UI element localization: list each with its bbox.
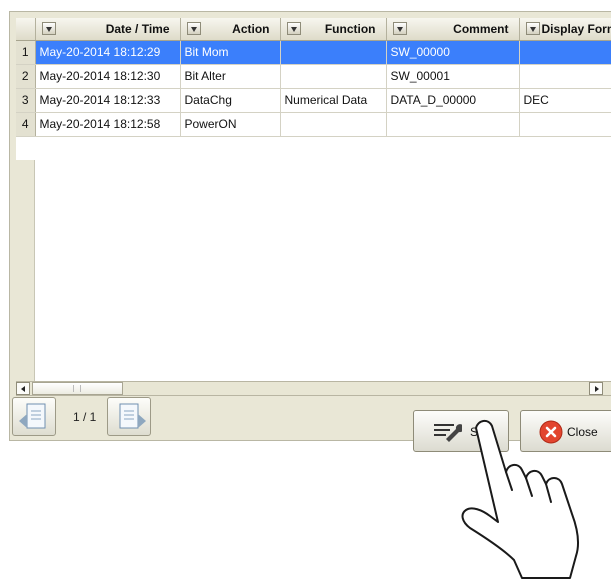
column-header-datetime[interactable]: Date / Time — [35, 18, 181, 41]
cell-function[interactable] — [280, 64, 387, 89]
cell-datetime[interactable]: May-20-2014 18:12:30 — [35, 64, 181, 89]
table-row[interactable]: 2 May-20-2014 18:12:30 Bit Alter SW_0000… — [16, 64, 611, 89]
table-row[interactable]: 4 May-20-2014 18:12:58 PowerON — [16, 112, 611, 137]
page-next-icon — [119, 403, 146, 429]
row-number-gutter — [16, 160, 35, 381]
row-number: 4 — [16, 112, 36, 137]
column-header-comment[interactable]: Comment — [386, 18, 520, 41]
next-page-button[interactable] — [107, 397, 151, 436]
cell-comment[interactable]: SW_00000 — [386, 40, 520, 65]
horizontal-scrollbar[interactable] — [16, 381, 611, 396]
cell-action[interactable]: PowerON — [180, 112, 281, 137]
sort-dropdown-icon[interactable] — [525, 22, 540, 35]
cell-datetime[interactable]: May-20-2014 18:12:58 — [35, 112, 181, 137]
column-header-display-form[interactable]: Display Form — [519, 18, 611, 41]
scroll-right-button[interactable] — [589, 382, 603, 395]
cell-action[interactable]: Bit Alter — [180, 64, 281, 89]
cell-comment[interactable] — [386, 112, 520, 137]
row-number: 3 — [16, 88, 36, 113]
log-table: Date / Time Action Function Comment Disp… — [16, 18, 611, 137]
row-number: 1 — [16, 40, 36, 65]
cell-comment[interactable]: DATA_D_00000 — [386, 88, 520, 113]
cell-function[interactable] — [280, 40, 387, 65]
cell-display-form[interactable] — [519, 112, 611, 137]
column-header-action[interactable]: Action — [180, 18, 281, 41]
cell-action[interactable]: DataChg — [180, 88, 281, 113]
column-header-function[interactable]: Function — [280, 18, 387, 41]
page-previous-icon — [19, 403, 46, 429]
scrollbar-thumb[interactable] — [32, 382, 123, 395]
cell-function[interactable]: Numerical Data — [280, 88, 387, 113]
row-number-header — [16, 18, 36, 41]
row-number: 2 — [16, 64, 36, 89]
sort-dropdown-icon[interactable] — [41, 22, 56, 35]
sort-dropdown-icon[interactable] — [286, 22, 301, 35]
cell-comment[interactable]: SW_00001 — [386, 64, 520, 89]
cell-action[interactable]: Bit Mom — [180, 40, 281, 65]
hand-pointer-icon — [461, 420, 580, 579]
operation-log-viewer: Date / Time Action Function Comment Disp… — [0, 0, 611, 579]
scroll-left-button[interactable] — [16, 382, 30, 395]
sort-dropdown-icon[interactable] — [186, 22, 201, 35]
cell-function[interactable] — [280, 112, 387, 137]
page-indicator: 1 / 1 — [73, 410, 97, 424]
cell-datetime[interactable]: May-20-2014 18:12:29 — [35, 40, 181, 65]
cell-datetime[interactable]: May-20-2014 18:12:33 — [35, 88, 181, 113]
log-table-area: Date / Time Action Function Comment Disp… — [16, 18, 611, 381]
table-row[interactable]: 3 May-20-2014 18:12:33 DataChg Numerical… — [16, 88, 611, 113]
cell-display-form[interactable] — [519, 40, 611, 65]
sort-dropdown-icon[interactable] — [392, 22, 407, 35]
table-header: Date / Time Action Function Comment Disp… — [16, 18, 611, 41]
previous-page-button[interactable] — [12, 397, 56, 436]
cell-display-form[interactable] — [519, 64, 611, 89]
cell-display-form[interactable]: DEC — [519, 88, 611, 113]
table-row[interactable]: 1 May-20-2014 18:12:29 Bit Mom SW_00000 — [16, 40, 611, 65]
